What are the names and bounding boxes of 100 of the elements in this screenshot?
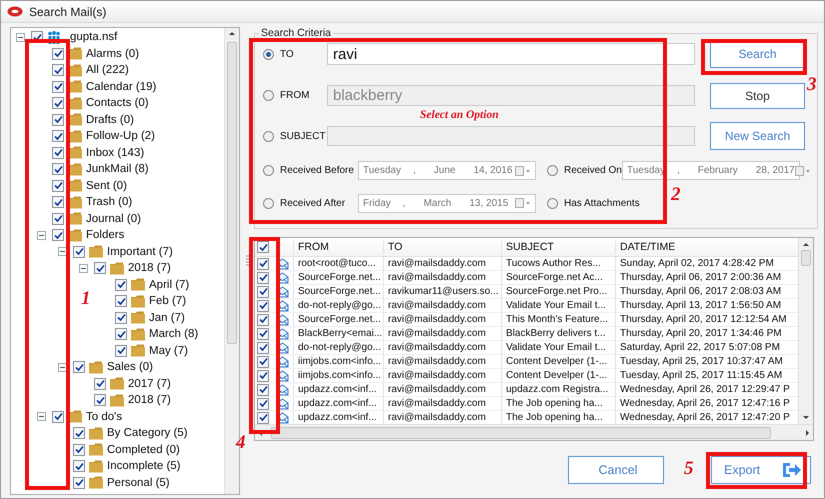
checkbox[interactable] — [52, 146, 64, 159]
scroll-thumb[interactable] — [271, 426, 771, 438]
tree-item[interactable]: Inbox (143) — [86, 146, 144, 159]
checkbox[interactable] — [257, 328, 269, 340]
collapse-toggle[interactable] — [37, 412, 46, 422]
tree-item[interactable]: By Category (5) — [107, 427, 188, 440]
checkbox[interactable] — [52, 229, 64, 242]
scrollbar[interactable] — [798, 238, 813, 424]
checkbox[interactable] — [257, 258, 269, 270]
collapse-toggle[interactable] — [79, 264, 88, 273]
tree-item[interactable]: To do's — [86, 410, 122, 423]
action-button[interactable]: Stop — [710, 82, 805, 108]
checkbox[interactable] — [115, 312, 127, 324]
tree-item[interactable]: 2017 (7) — [128, 378, 171, 390]
column-header[interactable]: TO — [383, 240, 501, 254]
tree-item[interactable]: Calendar (19) — [86, 80, 156, 93]
radio-button[interactable] — [263, 48, 274, 60]
checkbox[interactable] — [52, 80, 64, 93]
tree-item[interactable]: April (7) — [149, 278, 190, 291]
cancel-button[interactable]: Cancel — [568, 456, 664, 484]
scroll-thumb[interactable] — [227, 42, 237, 344]
date-picker[interactable]: Friday , March 13, 2015 — [358, 194, 536, 212]
checkbox[interactable] — [94, 394, 106, 406]
table-cell: BlackBerry<emai... — [293, 327, 383, 340]
checkbox[interactable] — [257, 241, 269, 253]
tree-item[interactable]: Jan (7) — [149, 312, 185, 324]
checkbox[interactable] — [257, 300, 269, 312]
table-cell: iimjobs.com<info... — [293, 369, 383, 382]
checkbox[interactable] — [73, 444, 85, 456]
tree-item[interactable]: Sales (0) — [107, 361, 154, 374]
tree-item[interactable]: Drafts (0) — [86, 114, 134, 126]
checkbox[interactable] — [73, 361, 85, 374]
checkbox[interactable] — [257, 398, 269, 410]
collapse-toggle[interactable] — [16, 32, 25, 42]
tree-item[interactable]: Journal (0) — [86, 212, 141, 225]
export-button[interactable]: Export — [711, 456, 811, 484]
checkbox[interactable] — [115, 344, 127, 357]
scroll-thumb[interactable] — [801, 250, 811, 266]
checkbox[interactable] — [257, 286, 269, 298]
checkbox[interactable] — [52, 97, 64, 110]
checkbox[interactable] — [115, 278, 127, 291]
checkbox[interactable] — [52, 410, 64, 423]
tree-item[interactable]: gupta.nsf — [70, 31, 118, 44]
tree-item[interactable]: Contacts (0) — [86, 97, 149, 110]
checkbox[interactable] — [257, 342, 269, 354]
tree-item[interactable]: Trash (0) — [86, 196, 132, 208]
checkbox[interactable] — [73, 476, 85, 489]
tree-item[interactable]: Sent (0) — [86, 180, 127, 192]
tree-item[interactable]: Incomplete (5) — [107, 460, 181, 472]
tree-item[interactable]: Folders — [86, 229, 124, 242]
tree-item[interactable]: 2018 (7) — [128, 262, 171, 274]
text-field[interactable]: ravi — [327, 43, 695, 65]
tree-item[interactable]: Alarms (0) — [86, 48, 140, 60]
checkbox[interactable] — [115, 328, 127, 340]
scrollbar[interactable] — [255, 424, 813, 440]
checkbox[interactable] — [257, 412, 269, 424]
table-cell: ravi@mailsdaddy.com — [383, 271, 501, 284]
radio-button[interactable] — [547, 198, 558, 208]
checkbox[interactable] — [257, 370, 269, 382]
radio-button[interactable] — [547, 165, 558, 176]
action-button[interactable]: New Search — [710, 122, 805, 150]
checkbox[interactable] — [73, 246, 85, 258]
tree-item[interactable]: Follow-Up (2) — [86, 130, 156, 142]
checkbox[interactable] — [52, 130, 64, 142]
checkbox[interactable] — [73, 427, 85, 440]
checkbox[interactable] — [257, 314, 269, 326]
checkbox[interactable] — [73, 460, 85, 472]
tree-item[interactable]: 2018 (7) — [128, 394, 171, 406]
checkbox[interactable] — [52, 212, 64, 225]
checkbox[interactable] — [52, 196, 64, 208]
checkbox[interactable] — [52, 64, 64, 76]
table-cell: Validate Your Email t... — [501, 341, 615, 354]
checkbox[interactable] — [115, 295, 127, 308]
checkbox[interactable] — [52, 180, 64, 192]
radio-label: FROM — [280, 90, 310, 101]
tree-item[interactable]: JunkMail (8) — [86, 163, 149, 176]
tree-item[interactable]: May (7) — [149, 344, 188, 357]
tree-item[interactable]: Completed (0) — [107, 444, 180, 456]
tree-item[interactable]: Feb (7) — [149, 295, 186, 308]
checkbox[interactable] — [257, 272, 269, 284]
tree-item[interactable]: Personal (5) — [107, 476, 170, 489]
radio-button[interactable] — [263, 198, 274, 208]
radio-button[interactable] — [263, 165, 274, 176]
table-cell: SourceForge.net... — [293, 285, 383, 298]
splitter-grip-icon[interactable] — [246, 255, 248, 267]
tree-item[interactable]: March (8) — [149, 328, 198, 340]
tree-item[interactable]: All (222) — [86, 64, 129, 76]
date-picker[interactable]: Tuesday , June 14, 2016 — [358, 161, 536, 180]
checkbox[interactable] — [257, 384, 269, 396]
column-header[interactable]: FROM — [293, 240, 383, 254]
checkbox[interactable] — [257, 356, 269, 368]
checkbox[interactable] — [94, 378, 106, 390]
checkbox[interactable] — [52, 114, 64, 126]
tree-item[interactable]: Important (7) — [107, 246, 173, 258]
column-header[interactable]: SUBJECT — [501, 240, 615, 254]
calendar-dropdown-icon — [515, 166, 531, 176]
checkbox[interactable] — [52, 48, 64, 60]
checkbox[interactable] — [52, 163, 64, 176]
checkbox[interactable] — [94, 262, 106, 274]
collapse-toggle[interactable] — [37, 230, 46, 240]
